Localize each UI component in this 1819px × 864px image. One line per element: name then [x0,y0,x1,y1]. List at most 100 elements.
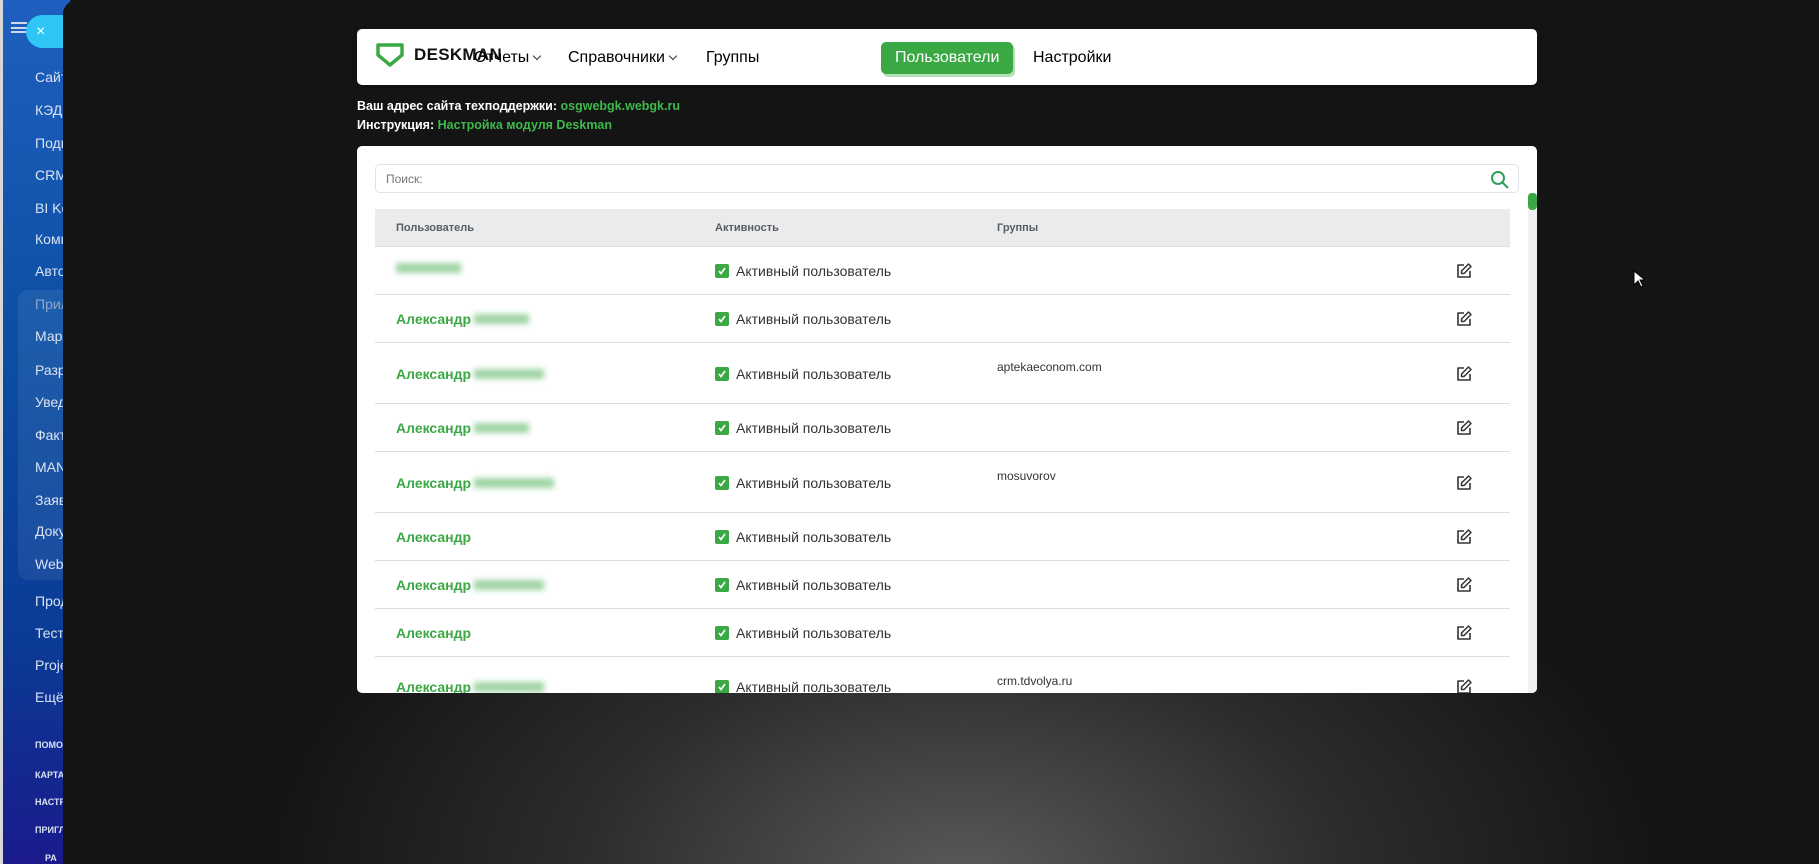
sidebar-small-item[interactable]: КАРТА [35,770,64,780]
edit-icon[interactable] [1455,419,1473,437]
table-row: Александр Активный пользователь [375,561,1510,609]
table-row: Александр Активный пользователь aptekaec… [375,343,1510,404]
edit-icon[interactable] [1455,624,1473,642]
activity-cell: Активный пользователь [715,420,891,436]
sidebar-item[interactable]: Факт [35,427,66,443]
activity-label: Активный пользователь [736,263,892,279]
search-input[interactable] [386,172,1466,186]
user-name-link[interactable]: Александр [396,311,530,327]
sidebar-item[interactable]: MAN [35,459,66,475]
sidebar-small-item[interactable]: ПРИГЛ [35,825,65,835]
users-table: Активный пользователь Александр Активный… [375,247,1510,693]
table-row: Александр Активный пользователь [375,609,1510,657]
scrollbar-thumb[interactable] [1528,193,1537,210]
nav-settings[interactable]: Настройки [1019,42,1125,74]
groups-cell: aptekaeconom.com [997,360,1102,374]
sidebar-item[interactable]: Тест [35,625,64,641]
activity-label: Активный пользователь [736,577,892,593]
sidebar-item[interactable]: Авто [35,263,66,279]
nav-reports[interactable]: Отчеты [460,42,554,74]
edit-icon[interactable] [1455,678,1473,693]
edit-icon[interactable] [1455,528,1473,546]
redacted-surname [474,477,555,488]
edit-icon[interactable] [1455,262,1473,280]
groups-cell: mosuvorov [997,469,1056,483]
support-link[interactable]: osgwebgk.webgk.ru [561,99,680,113]
redacted-name [396,263,461,273]
activity-cell: Активный пользователь [715,529,891,545]
nav-directories[interactable]: Справочники [554,42,690,74]
activity-label: Активный пользователь [736,420,892,436]
user-name-link[interactable]: Александр [396,420,530,436]
left-sidebar: × Сайт КЭДО Подп CRM BI Ko Комп Авто Прил Марк Ра… [0,0,70,864]
sidebar-edge [0,0,3,864]
table-row: Александр Активный пользователь mosuvoro… [375,452,1510,513]
activity-label: Активный пользователь [736,529,892,545]
col-activity[interactable]: Активность [715,222,779,234]
chevron-down-icon [668,51,678,61]
checkbox-checked-icon[interactable] [715,312,729,326]
sidebar-small-item[interactable]: НАСТР [35,797,66,807]
table-row: Александр Активный пользователь [375,404,1510,452]
table-row: Александр Активный пользователь [375,295,1510,343]
groups-cell: crm.tdvolya.ru [997,674,1073,688]
checkbox-checked-icon[interactable] [715,626,729,640]
activity-cell: Активный пользователь [715,311,891,327]
mouse-cursor-icon [1633,270,1645,288]
edit-icon[interactable] [1455,310,1473,328]
redacted-surname [474,368,545,379]
table-row: Александр Активный пользователь crm.tdvo… [375,657,1510,693]
checkbox-checked-icon[interactable] [715,264,729,278]
user-name-link[interactable] [396,263,461,273]
checkbox-checked-icon[interactable] [715,421,729,435]
checkbox-checked-icon[interactable] [715,680,729,693]
sidebar-item[interactable]: Доку [35,523,66,539]
sidebar-item[interactable]: Ещё [35,689,64,705]
activity-cell: Активный пользователь [715,625,891,641]
search-field[interactable] [375,164,1519,193]
scrollbar[interactable] [1528,193,1537,693]
activity-label: Активный пользователь [736,365,892,382]
user-name-link[interactable]: Александр [396,529,471,545]
activity-label: Активный пользователь [736,474,892,491]
edit-icon[interactable] [1455,576,1473,594]
sidebar-item[interactable]: Заяв [35,492,66,508]
activity-cell: Активный пользователь [715,679,891,693]
sidebar-item[interactable]: Web [35,556,64,572]
user-name-link[interactable]: Александр [396,475,555,491]
nav-groups[interactable]: Группы [692,42,773,74]
table-row: Александр Активный пользователь [375,513,1510,561]
activity-cell: Активный пользователь [715,263,891,279]
checkbox-checked-icon[interactable] [715,366,729,381]
edit-icon[interactable] [1455,474,1473,492]
checkbox-checked-icon[interactable] [715,578,729,592]
activity-cell: Активный пользователь [715,475,891,491]
nav-users[interactable]: Пользователи [881,42,1014,74]
sidebar-bottom-item[interactable]: РА [45,853,57,863]
instruction-link[interactable]: Настройка модуля Deskman [438,118,612,132]
app-header: DESKMAN Отчеты Справочники Группы Пользо… [357,29,1537,85]
table-header: Пользователь Активность Группы [375,209,1510,247]
user-name-link[interactable]: Александр [396,625,471,641]
user-name-link[interactable]: Александр [396,679,545,693]
sidebar-small-item[interactable]: ПОМО [35,740,63,750]
redacted-surname [474,580,545,590]
edit-icon[interactable] [1455,365,1473,383]
menu-icon[interactable] [11,22,27,33]
activity-label: Активный пользователь [736,625,892,641]
support-line: Ваш адрес сайта техподдержки: osgwebgk.w… [357,99,680,113]
table-row: Активный пользователь [375,247,1510,295]
chevron-down-icon [533,51,542,61]
col-user[interactable]: Пользователь [396,222,474,234]
checkbox-checked-icon[interactable] [715,530,729,544]
activity-label: Активный пользователь [736,311,892,327]
sidebar-item[interactable]: Увед [35,394,66,410]
col-groups[interactable]: Группы [997,222,1038,234]
activity-label: Активный пользователь [736,679,892,693]
user-name-link[interactable]: Александр [396,577,545,593]
activity-cell: Активный пользователь [715,366,891,382]
user-name-link[interactable]: Александр [396,366,545,382]
checkbox-checked-icon[interactable] [715,475,729,490]
sidebar-item[interactable]: Разр [35,362,66,378]
search-icon[interactable] [1490,170,1510,190]
